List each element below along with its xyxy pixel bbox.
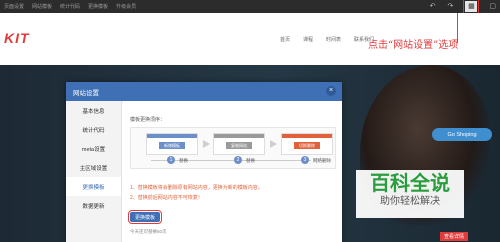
step-card-2-label: 复制网站 <box>226 142 252 149</box>
undo-icon[interactable]: ↶ <box>430 3 436 10</box>
step-number-1: 1 <box>167 156 175 164</box>
step-card-1-label: 新增模板 <box>159 142 185 149</box>
annotation-text: 点击“网站设置”选项 <box>368 40 459 51</box>
toolbar-menu: 页面设置 网站模板 统计代码 更换模板 升级会员 <box>0 3 136 10</box>
sidebar-item-change-template[interactable]: 更换模板 <box>66 177 121 196</box>
warning-note-2: 2、替换前后网站内容不可恢复！ <box>130 195 203 201</box>
menu-item-change-template[interactable]: 更换模板 <box>88 3 108 10</box>
redo-icon[interactable]: ↷ <box>448 3 454 10</box>
steps-title: 模板更换须序： <box>130 117 166 123</box>
arrow-icon <box>270 140 277 148</box>
site-nav-home[interactable]: 首页 <box>280 36 290 43</box>
watermark: 百科全说 助你轻松解决 <box>356 170 464 218</box>
menu-item-stats-code[interactable]: 统计代码 <box>60 3 80 10</box>
sidebar-item-data-update[interactable]: 数据更新 <box>66 196 121 215</box>
sidebar-item-basic-info[interactable]: 基本信息 <box>66 101 121 120</box>
close-icon[interactable]: × <box>326 86 336 96</box>
site-settings-dialog: 网站设置 × 基本信息 统计代码 meta设置 主区域设置 更换模板 数据更新 … <box>66 82 342 242</box>
site-nav-courses[interactable]: 课程 <box>303 36 313 43</box>
step-card-2: 复制网站 <box>213 133 265 155</box>
replace-count-text: 今天还可替换50次 <box>130 229 167 234</box>
sidebar-item-meta[interactable]: meta设置 <box>66 139 121 158</box>
detail-button[interactable]: 查看详情 <box>440 232 469 241</box>
watermark-subtitle: 助你轻松解决 <box>380 196 440 207</box>
site-nav: 首页 课程 时间表 联系我们 <box>280 36 374 43</box>
more-icon[interactable]: ▢ <box>489 3 496 10</box>
go-shopping-button[interactable]: Go Shoping <box>432 128 492 141</box>
step-number-2: 2 <box>234 156 242 164</box>
step-card-3-label: 切换删除 <box>294 142 320 149</box>
step-label-1: 替换 <box>179 158 188 163</box>
dialog-sidebar: 基本信息 统计代码 meta设置 主区域设置 更换模板 数据更新 <box>66 101 122 242</box>
step-number-3: 3 <box>301 156 309 164</box>
arrow-icon <box>203 140 210 148</box>
top-toolbar: 页面设置 网站模板 统计代码 更换模板 升级会员 ↶ ↷ ▦ ▢ <box>0 0 500 14</box>
warning-note-1: 1、替换模板将会删除原有网站内容，更换为新的模板内容。 <box>130 185 263 191</box>
step-line <box>151 160 311 161</box>
steps-flow: 新增模板 复制网站 切换删除 1 替换 2 替换 3 网络删除 <box>130 127 336 169</box>
site-nav-schedule[interactable]: 时间表 <box>326 36 341 43</box>
dialog-title: 网站设置 <box>73 89 99 97</box>
replace-template-button[interactable]: 更换模板 <box>128 210 162 224</box>
step-card-1: 新增模板 <box>146 133 198 155</box>
dialog-body: 模板更换须序： 新增模板 复制网站 切换删除 1 替换 2 替换 3 网络删除 <box>128 101 338 242</box>
step-label-2: 替换 <box>246 158 255 163</box>
sidebar-item-main-area[interactable]: 主区域设置 <box>66 158 121 177</box>
step-card-3: 切换删除 <box>281 133 333 155</box>
dialog-header: 网站设置 × <box>66 82 342 101</box>
site-logo: KIT <box>4 30 30 46</box>
step-card-bar <box>214 134 264 138</box>
watermark-title: 百科全说 <box>370 173 450 195</box>
menu-item-templates[interactable]: 网站模板 <box>32 3 52 10</box>
menu-item-upgrade[interactable]: 升级会员 <box>116 3 136 10</box>
step-card-bar <box>282 134 332 138</box>
step-card-bar <box>147 134 197 138</box>
toolbar-tools: ↶ ↷ ▦ ▢ <box>430 0 500 14</box>
site-settings-icon[interactable]: ▦ <box>463 0 480 14</box>
sidebar-item-stats-code[interactable]: 统计代码 <box>66 120 121 139</box>
step-label-3: 网络删除 <box>313 158 331 163</box>
menu-item-page-settings[interactable]: 页面设置 <box>4 3 24 10</box>
